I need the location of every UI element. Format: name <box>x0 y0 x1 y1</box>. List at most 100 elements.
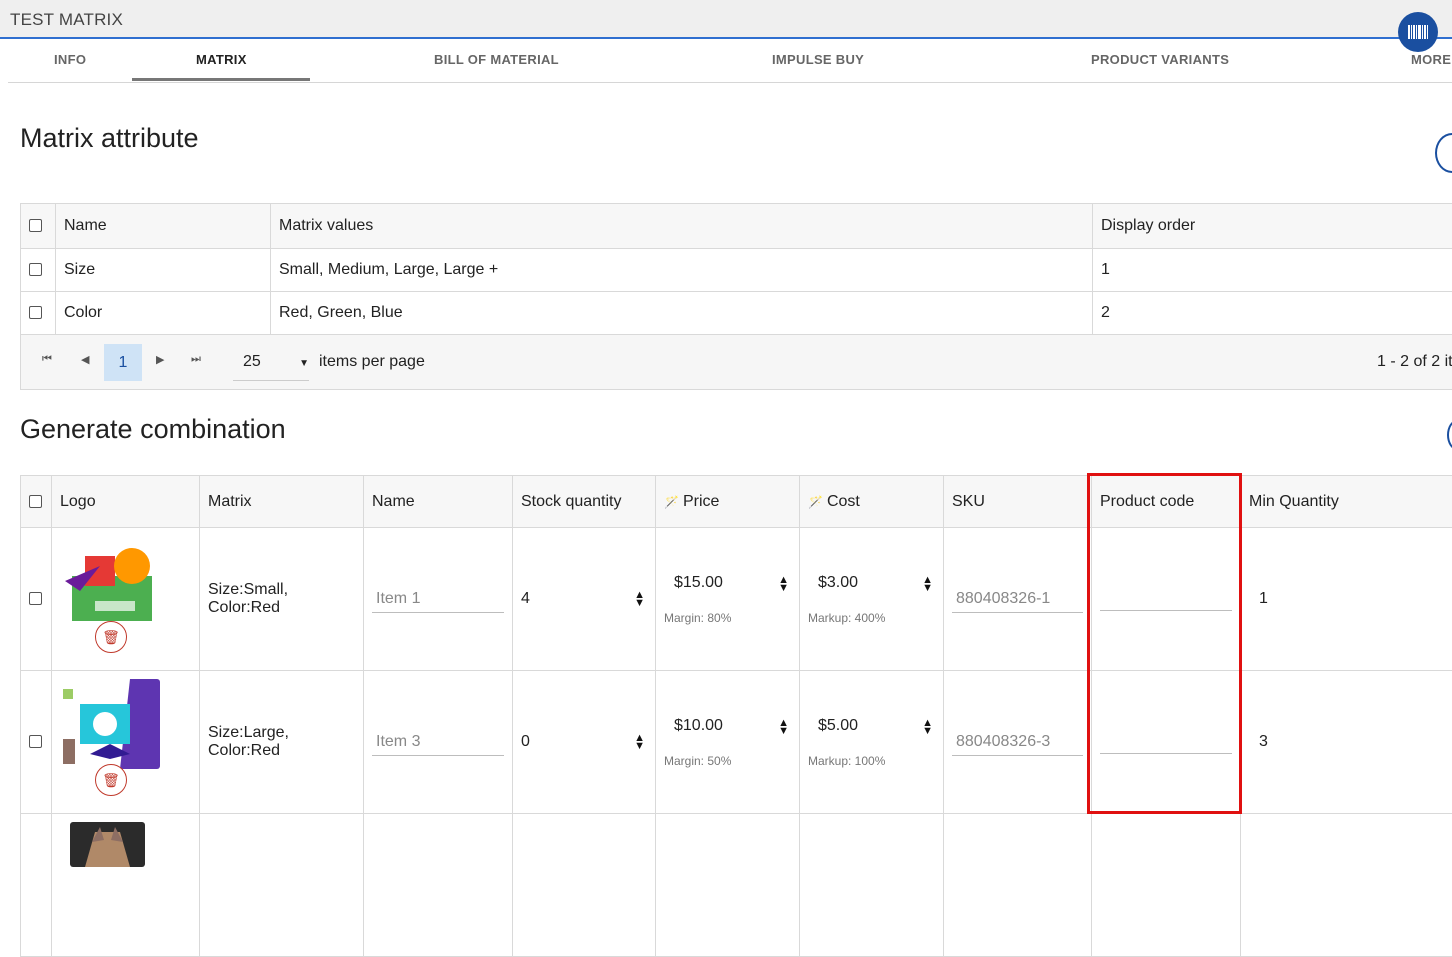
generate-button[interactable] <box>1447 420 1452 450</box>
tab-bill-of-material[interactable]: BILL OF MATERIAL <box>434 52 559 67</box>
name-input[interactable]: Item 3 <box>372 729 504 756</box>
cost-stepper[interactable]: ▲▼ <box>922 576 933 592</box>
attribute-order: 2 <box>1093 292 1452 335</box>
prev-page-button[interactable]: ◀ <box>81 353 89 366</box>
sku-cell: 880408326-1 <box>944 528 1092 671</box>
tab-impulse-buy[interactable]: IMPULSE BUY <box>772 52 864 67</box>
cost-stepper[interactable]: ▲▼ <box>922 719 933 735</box>
column-header-cost[interactable]: 🪄 Cost <box>800 476 944 528</box>
stock-stepper[interactable]: ▲▼ <box>634 591 645 607</box>
items-per-page-label: items per page <box>319 353 425 371</box>
column-header-sku[interactable]: SKU <box>944 476 1092 528</box>
sku-input[interactable]: 880408326-1 <box>952 586 1083 613</box>
price-cell: $10.00 ▲▼ Margin: 50% <box>656 671 800 814</box>
table-row[interactable]: Color Red, Green, Blue 2 <box>21 292 1452 335</box>
tab-product-variants[interactable]: PRODUCT VARIANTS <box>1091 52 1229 67</box>
add-attribute-button[interactable] <box>1435 133 1452 173</box>
stock-input[interactable]: 4 <box>521 590 530 607</box>
attribute-name: Size <box>56 249 271 292</box>
column-header-matrix-values[interactable]: Matrix values <box>271 204 1093 249</box>
name-input[interactable]: Item 1 <box>372 586 504 613</box>
active-tab-indicator <box>132 78 310 81</box>
generate-combination-title: Generate combination <box>20 414 286 445</box>
stock-input[interactable]: 0 <box>521 733 530 750</box>
delete-button[interactable]: 🗑 <box>95 764 127 796</box>
price-stepper[interactable]: ▲▼ <box>778 719 789 735</box>
magic-wand-icon[interactable]: 🪄 <box>664 495 679 509</box>
delete-button[interactable]: 🗑 <box>95 621 127 653</box>
barcode-button[interactable] <box>1398 12 1438 52</box>
matrix-attribute-table: Name Matrix values Display order Size Sm… <box>20 203 1452 335</box>
row-checkbox-cell <box>21 814 52 957</box>
matrix-value: Size:Large, Color:Red <box>200 671 364 814</box>
product-image[interactable] <box>60 536 160 626</box>
price-stepper[interactable]: ▲▼ <box>778 576 789 592</box>
logo-cell: 🗑 <box>52 528 200 671</box>
row-checkbox[interactable] <box>29 735 42 748</box>
barcode-icon <box>1408 25 1428 39</box>
next-page-button[interactable]: ▶ <box>156 353 164 366</box>
stock-cell: 4 ▲▼ <box>513 528 656 671</box>
stock-stepper[interactable]: ▲▼ <box>634 734 645 750</box>
cost-input[interactable]: $3.00 <box>818 574 858 592</box>
attribute-name: Color <box>56 292 271 335</box>
cost-input[interactable]: $5.00 <box>818 717 858 735</box>
product-image[interactable] <box>60 679 160 769</box>
column-header-name[interactable]: Name <box>56 204 271 249</box>
row-checkbox-cell <box>21 528 52 671</box>
matrix-value: Size:Small, Color:Red <box>200 528 364 671</box>
last-page-button[interactable]: ⏭ <box>191 353 201 366</box>
first-page-button[interactable]: ⏮ <box>42 353 52 366</box>
cost-cell: $5.00 ▲▼ Markup: 100% <box>800 671 944 814</box>
current-page-button[interactable]: 1 <box>104 344 142 381</box>
margin-text: Margin: 80% <box>664 611 731 625</box>
trash-icon: 🗑 <box>102 629 120 646</box>
matrix-attribute-title: Matrix attribute <box>20 123 199 154</box>
table-row[interactable]: Size Small, Medium, Large, Large + 1 <box>21 249 1452 292</box>
attribute-values: Small, Medium, Large, Large + <box>271 249 1093 292</box>
price-header-label: Price <box>683 493 719 510</box>
chevron-down-icon: ▼ <box>299 358 309 369</box>
tab-more[interactable]: MORE <box>1411 52 1451 67</box>
column-header-name[interactable]: Name <box>364 476 513 528</box>
page-size-select[interactable]: 25 ▼ <box>233 344 309 381</box>
column-header-display-order[interactable]: Display order <box>1093 204 1452 249</box>
select-all-checkbox[interactable] <box>29 495 42 508</box>
price-input[interactable]: $10.00 <box>674 717 723 735</box>
window-title: TEST MATRIX <box>10 10 123 30</box>
select-all-cell <box>21 204 56 249</box>
column-header-stock[interactable]: Stock quantity <box>513 476 656 528</box>
row-checkbox[interactable] <box>29 592 42 605</box>
logo-cell: 🗑 <box>52 671 200 814</box>
tab-info[interactable]: INFO <box>54 52 86 67</box>
row-checkbox-cell <box>21 671 52 814</box>
row-checkbox[interactable] <box>29 263 42 276</box>
min-quantity-cell: 3 ▲▼ <box>1241 671 1452 814</box>
magic-wand-icon[interactable]: 🪄 <box>808 495 823 509</box>
select-all-cell <box>21 476 52 528</box>
pager-info: 1 - 2 of 2 it <box>1377 353 1452 371</box>
attribute-order: 1 <box>1093 249 1452 292</box>
column-header-matrix[interactable]: Matrix <box>200 476 364 528</box>
cost-header-label: Cost <box>827 493 860 510</box>
attribute-values: Red, Green, Blue <box>271 292 1093 335</box>
markup-text: Markup: 100% <box>808 754 885 768</box>
column-header-logo[interactable]: Logo <box>52 476 200 528</box>
select-all-checkbox[interactable] <box>29 219 42 232</box>
price-cell: $15.00 ▲▼ Margin: 80% <box>656 528 800 671</box>
product-image[interactable] <box>70 822 145 867</box>
column-header-price[interactable]: 🪄 Price <box>656 476 800 528</box>
row-checkbox[interactable] <box>29 306 42 319</box>
sku-input[interactable]: 880408326-3 <box>952 729 1083 756</box>
highlight-box <box>1087 473 1242 814</box>
table-row[interactable] <box>21 814 1452 957</box>
price-input[interactable]: $15.00 <box>674 574 723 592</box>
column-header-min-quantity[interactable]: Min Quantity <box>1241 476 1452 528</box>
name-input-cell: Item 3 <box>364 671 513 814</box>
row-checkbox-cell <box>21 249 56 292</box>
min-quantity-input[interactable]: 3 <box>1249 733 1268 750</box>
tab-matrix[interactable]: MATRIX <box>196 52 247 67</box>
min-quantity-input[interactable]: 1 <box>1249 590 1268 607</box>
cost-cell: $3.00 ▲▼ Markup: 400% <box>800 528 944 671</box>
logo-cell <box>52 814 200 957</box>
